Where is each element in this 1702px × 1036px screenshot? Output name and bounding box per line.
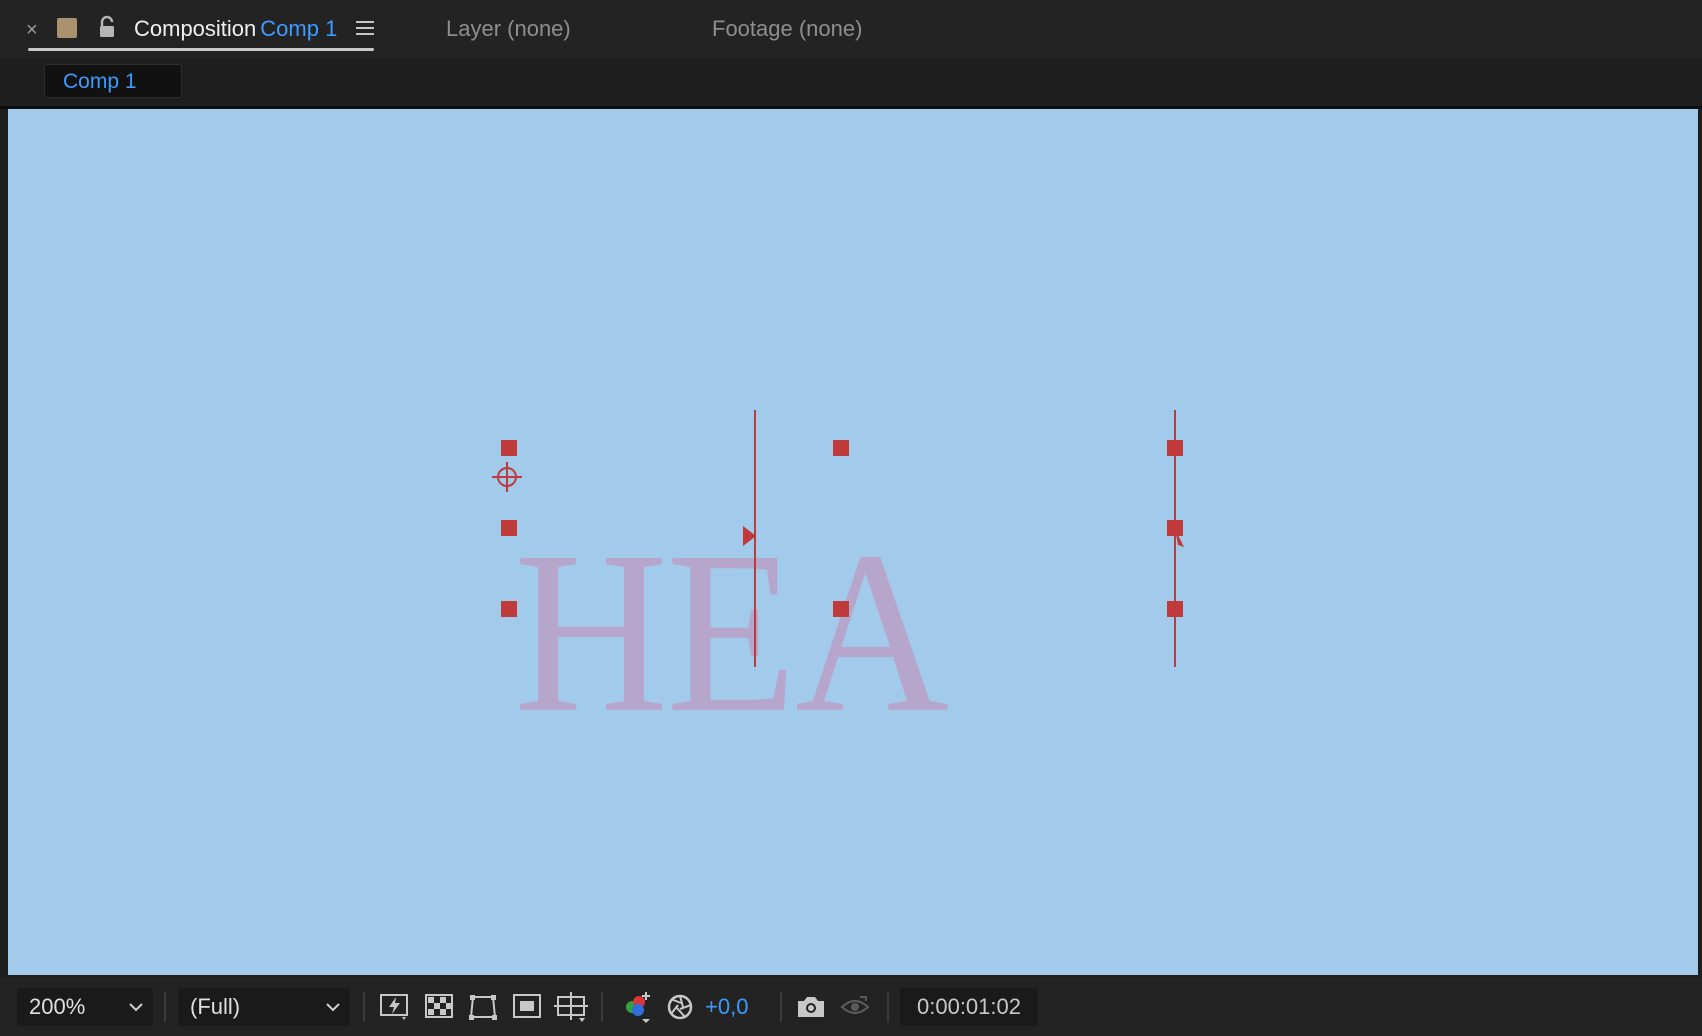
magnification-value: 200% <box>29 994 86 1019</box>
handle-bottom-left <box>501 601 517 617</box>
tab-layer[interactable]: Layer (none) <box>446 16 571 42</box>
transparency-grid-icon[interactable] <box>422 991 456 1023</box>
unlock-icon[interactable] <box>96 15 118 39</box>
toolbar-separator <box>164 992 166 1022</box>
resolution-dropdown[interactable]: (Full) <box>178 988 350 1026</box>
anchor-point-icon <box>492 462 522 492</box>
comp-navigator: Comp 1 <box>0 58 1702 106</box>
viewer-toolbar: 200% (Full) +0,0 0:00:01:02 <box>0 978 1702 1036</box>
composition-viewer[interactable]: HEA <box>8 109 1698 975</box>
toolbar-separator <box>601 992 603 1022</box>
reset-exposure-icon[interactable] <box>663 991 697 1023</box>
breadcrumb-comp[interactable]: Comp 1 <box>44 64 182 98</box>
panel-tab-bar: × Composition Comp 1 Layer (none) Footage… <box>0 0 1702 58</box>
magnification-dropdown[interactable]: 200% <box>17 988 153 1026</box>
handle-top-right <box>833 440 849 456</box>
region-of-interest-icon[interactable] <box>510 991 544 1023</box>
close-icon[interactable]: × <box>26 19 38 41</box>
toolbar-separator <box>780 992 782 1022</box>
label-color-swatch[interactable] <box>57 18 77 38</box>
active-tab-indicator <box>28 48 374 51</box>
show-channel-icon[interactable] <box>620 991 654 1023</box>
layer-handles-overlay <box>492 410 1184 667</box>
handle-bottom-right <box>833 601 849 617</box>
chevron-down-icon <box>326 1003 340 1012</box>
handle-top-left <box>501 440 517 456</box>
tab-comp-name: Comp 1 <box>260 16 338 41</box>
resolution-value: (Full) <box>190 994 241 1019</box>
snapshot-icon[interactable] <box>794 991 828 1023</box>
toolbar-separator <box>887 992 889 1022</box>
current-time-display[interactable]: 0:00:01:02 <box>900 988 1038 1026</box>
handle-mid-left <box>501 520 517 536</box>
tab-footage[interactable]: Footage (none) <box>712 16 862 42</box>
text-layer-handles <box>501 440 849 617</box>
tab-title-prefix: Composition <box>134 16 257 41</box>
guides-grid-icon[interactable] <box>554 991 588 1023</box>
panel-menu-icon[interactable] <box>356 20 374 36</box>
show-snapshot-icon[interactable] <box>838 991 872 1023</box>
composition-tab[interactable]: Composition Comp 1 <box>134 16 337 42</box>
toolbar-separator <box>363 992 365 1022</box>
chevron-down-icon <box>129 1003 143 1012</box>
mask-visibility-icon[interactable] <box>466 991 500 1023</box>
fast-previews-icon[interactable] <box>378 991 412 1023</box>
exposure-value[interactable]: +0,0 <box>705 988 748 1026</box>
